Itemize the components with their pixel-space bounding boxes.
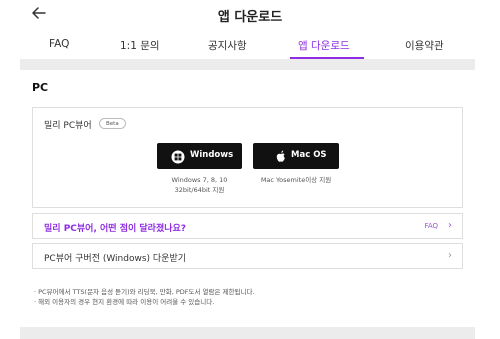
tab-terms[interactable]: 이용약관	[405, 38, 444, 53]
notice-item: · PC뷰어에서 TTS(문자 음성 듣기)와 리딩북, 만화, PDF도서 열…	[34, 288, 255, 296]
tab-faq[interactable]: FAQ	[49, 38, 69, 50]
pc-viewer-card: 밀리 PC뷰어 Beta Windows Mac OS Windows 7, 8…	[32, 107, 463, 208]
tab-inquiry[interactable]: 1:1 문의	[120, 38, 160, 53]
section-divider	[20, 59, 475, 70]
mac-download-button[interactable]: Mac OS	[253, 143, 339, 169]
mac-req-line1: Mac Yosemite이상 지원	[260, 176, 332, 184]
tab-app-download[interactable]: 앱 다운로드	[298, 38, 350, 53]
viewer-title: 밀리 PC뷰어	[44, 121, 92, 131]
windows-requirements: Windows 7, 8, 10 32bit/64bit 지원	[157, 175, 242, 195]
mac-requirements: Mac Yosemite이상 지원	[253, 175, 339, 185]
footer-divider	[20, 327, 475, 339]
faq-link-text: 밀리 PC뷰어, 어떤 점이 달라졌나요?	[44, 224, 187, 234]
old-version-download-row[interactable]: PC뷰어 구버전 (Windows) 다운받기 ›	[32, 243, 463, 269]
windows-req-line2: 32bit/64bit 지원	[174, 186, 225, 194]
notice-list: · PC뷰어에서 TTS(문자 음성 듣기)와 리딩북, 만화, PDF도서 열…	[34, 287, 255, 307]
windows-download-button[interactable]: Windows	[157, 143, 242, 169]
section-title: PC	[32, 81, 49, 94]
beta-badge: Beta	[99, 118, 126, 129]
tab-bar: FAQ 1:1 문의 공지사항 앱 다운로드 이용약관	[0, 31, 500, 59]
app-header: 앱 다운로드	[0, 0, 500, 28]
notice-item: · 해외 이용자의 경우 현지 환경에 따라 이용이 어려울 수 있습니다.	[34, 298, 215, 306]
chevron-right-icon: ›	[448, 220, 452, 231]
windows-req-line1: Windows 7, 8, 10	[171, 176, 228, 184]
mac-button-label: Mac OS	[291, 150, 327, 160]
windows-icon	[171, 149, 185, 164]
apple-icon	[275, 149, 289, 163]
windows-button-label: Windows	[190, 150, 234, 160]
chevron-right-icon: ›	[448, 250, 452, 261]
tab-notice[interactable]: 공지사항	[208, 38, 247, 53]
page-title: 앱 다운로드	[217, 10, 283, 25]
faq-link-row[interactable]: 밀리 PC뷰어, 어떤 점이 달라졌나요? FAQ ›	[32, 213, 463, 239]
old-version-text: PC뷰어 구버전 (Windows) 다운받기	[44, 254, 187, 264]
faq-tag: FAQ	[424, 222, 438, 230]
